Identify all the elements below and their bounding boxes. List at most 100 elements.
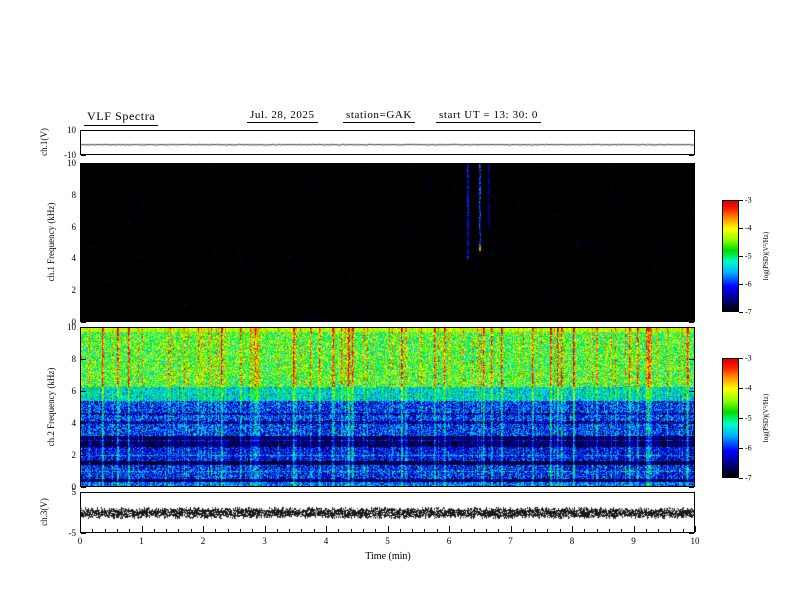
ch2-frequency-axis-label: ch.2 Frequency (kHz)	[46, 367, 56, 447]
x-minor-tick-mark	[461, 529, 463, 532]
x-minor-tick-mark	[658, 529, 660, 532]
x-minor-tick-mark	[621, 529, 623, 532]
colorbar-tick-mark	[739, 388, 743, 389]
colorbar-tick-label: -6	[745, 279, 752, 289]
x-minor-tick-mark	[252, 529, 254, 532]
colorbar-tick-mark	[739, 478, 743, 479]
x-tick-mark	[633, 526, 635, 532]
x-minor-tick-mark	[584, 529, 586, 532]
colorbar-ch1-label: log(PSD)(V²/Hz)	[762, 231, 770, 281]
x-tick-label: 7	[508, 536, 513, 546]
x-tick-mark	[141, 526, 143, 532]
colorbar-tick-mark	[739, 284, 743, 285]
x-minor-tick-mark	[596, 529, 598, 532]
x-minor-tick-mark	[473, 529, 475, 532]
y-tick-mark	[81, 155, 86, 156]
x-tick-label: 10	[690, 536, 700, 546]
x-minor-tick-mark	[276, 529, 278, 532]
x-tick-mark	[326, 526, 327, 532]
x-minor-tick-mark	[215, 529, 217, 532]
x-minor-tick-mark	[190, 529, 192, 532]
x-tick-label: 2	[200, 536, 206, 546]
y-tick-mark	[689, 258, 694, 260]
ch1-spectrogram-panel	[80, 163, 695, 322]
x-tick-mark	[510, 526, 512, 532]
ch3-voltage-axis-label: ch.3(V)	[39, 498, 49, 526]
x-tick-mark	[449, 526, 450, 532]
colorbar-ch2-label: log(PSD)(V²/Hz)	[762, 393, 770, 443]
x-minor-tick-mark	[301, 529, 303, 532]
y-tick-label: 10	[67, 322, 76, 332]
y-tick-mark	[81, 492, 86, 493]
x-tick-mark	[264, 526, 266, 532]
x-minor-tick-mark	[313, 529, 315, 532]
x-tick-mark	[695, 526, 696, 532]
y-tick-mark	[689, 327, 694, 328]
x-minor-tick-mark	[485, 529, 487, 532]
ch2-spectrogram-canvas	[81, 328, 694, 486]
y-tick-mark	[689, 130, 694, 131]
x-minor-tick-mark	[547, 529, 549, 532]
x-minor-tick-mark	[104, 529, 106, 532]
y-tick-mark	[81, 327, 86, 328]
y-tick-label: 2	[71, 450, 77, 460]
ch1-spectrogram-canvas	[81, 164, 694, 321]
vlf-spectra-figure: VLF Spectra Jul. 28, 2025 station=GAK st…	[0, 0, 792, 612]
x-minor-tick-mark	[682, 529, 684, 532]
y-tick-mark	[81, 130, 86, 131]
x-minor-tick-mark	[436, 529, 438, 532]
y-tick-mark	[689, 290, 694, 292]
ch2-spectrogram-panel	[80, 327, 695, 487]
y-tick-mark	[689, 455, 694, 456]
colorbar-tick-mark	[739, 448, 743, 449]
colorbar-tick-mark	[739, 256, 743, 257]
x-minor-tick-mark	[670, 529, 672, 532]
y-tick-label: -5	[68, 528, 77, 538]
y-tick-label: 10	[67, 125, 76, 135]
colorbar-tick-label: -3	[745, 353, 752, 363]
y-tick-mark	[689, 533, 694, 534]
y-tick-mark	[689, 487, 694, 488]
x-minor-tick-mark	[498, 529, 500, 532]
y-tick-mark	[81, 322, 86, 323]
x-tick-label: 5	[385, 536, 390, 546]
colorbar-tick-label: -7	[745, 307, 752, 317]
colorbar-tick-label: -5	[745, 251, 752, 261]
y-tick-label: 5	[71, 487, 77, 497]
colorbar-tick-label: -4	[745, 223, 752, 233]
y-tick-mark	[689, 163, 694, 164]
colorbar-tick-mark	[739, 312, 743, 313]
start-ut-label: start UT = 13: 30: 0	[436, 109, 541, 123]
y-tick-mark	[81, 258, 86, 260]
x-minor-tick-mark	[178, 529, 180, 532]
y-tick-label: 6	[71, 221, 77, 232]
x-minor-tick-mark	[289, 529, 291, 532]
x-tick-label: 3	[262, 536, 267, 546]
x-tick-label: 1	[139, 536, 144, 546]
x-minor-tick-mark	[129, 529, 131, 532]
y-tick-mark	[689, 155, 694, 156]
y-tick-label: 8	[71, 189, 77, 200]
y-tick-mark	[689, 423, 694, 424]
y-tick-mark	[689, 226, 694, 228]
y-tick-mark	[81, 533, 86, 534]
x-tick-mark	[572, 526, 573, 532]
x-minor-tick-mark	[522, 529, 524, 532]
x-minor-tick-mark	[338, 529, 340, 532]
y-tick-mark	[81, 391, 86, 392]
x-minor-tick-mark	[116, 529, 118, 532]
x-tick-mark	[203, 526, 204, 532]
colorbar-tick-label: -3	[745, 195, 752, 205]
date-label: Jul. 28, 2025	[247, 109, 318, 123]
colorbar-ch1	[722, 200, 739, 312]
colorbar-tick-label: -7	[745, 473, 752, 483]
x-minor-tick-mark	[645, 529, 647, 532]
x-minor-tick-mark	[412, 529, 414, 532]
y-tick-mark	[81, 359, 86, 360]
y-tick-label: 6	[71, 386, 77, 396]
x-tick-mark	[80, 526, 81, 532]
colorbar-ch1-gradient	[723, 201, 738, 311]
x-minor-tick-mark	[424, 529, 426, 532]
x-tick-label: 9	[631, 536, 636, 546]
y-tick-mark	[81, 487, 86, 488]
